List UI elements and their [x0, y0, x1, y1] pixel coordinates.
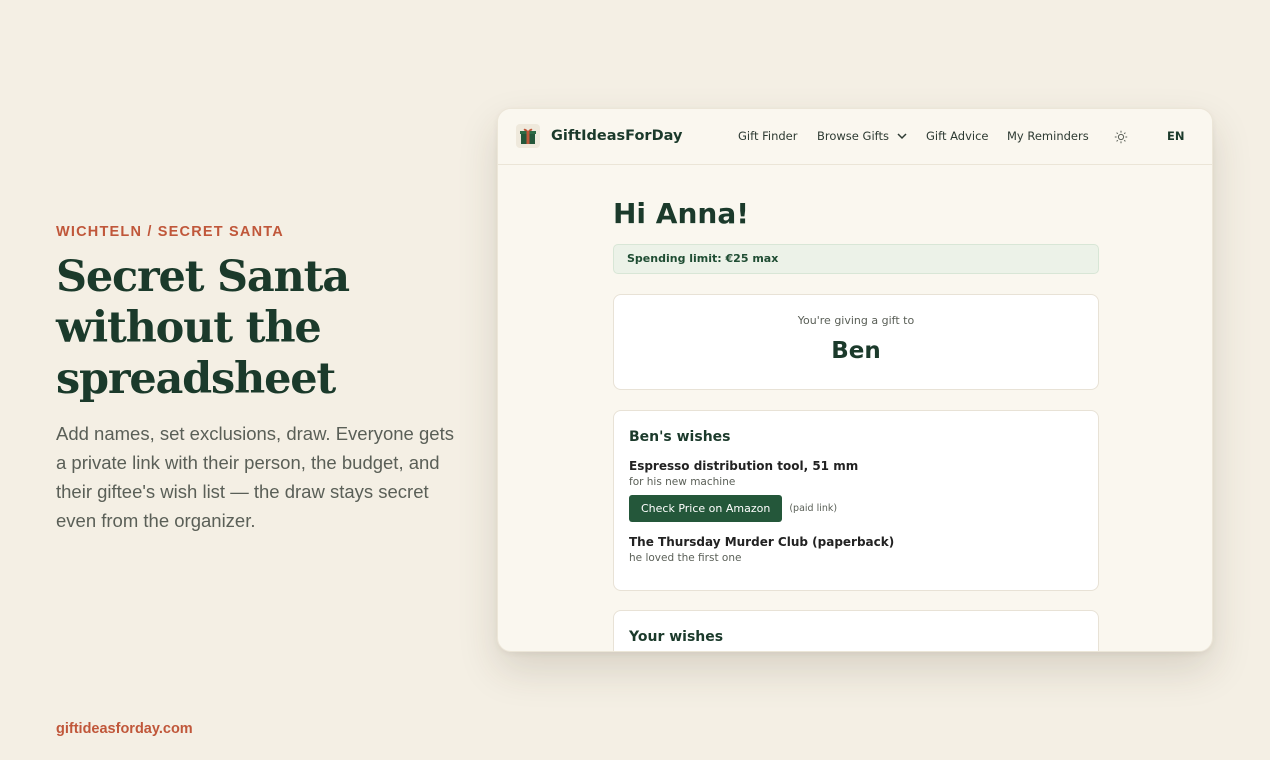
spending-limit-banner: Spending limit: €25 max: [613, 244, 1099, 274]
gift-logo-icon[interactable]: [516, 124, 540, 148]
buy-row: Check Price on Amazon (paid link): [629, 495, 1083, 522]
hero-description: Add names, set exclusions, draw. Everyon…: [56, 423, 454, 531]
your-wishes-card: Your wishes: [613, 610, 1099, 651]
nav-browse-gifts-label: Browse Gifts: [817, 129, 889, 143]
giftee-label: You're giving a gift to: [797, 314, 915, 327]
theme-toggle-sun-icon[interactable]: [1114, 130, 1128, 144]
check-price-amazon-button[interactable]: Check Price on Amazon: [629, 495, 783, 522]
nav-gift-finder[interactable]: Gift Finder: [738, 129, 797, 143]
giftee-card: You're giving a gift to Ben: [613, 294, 1099, 390]
paid-link-note: (paid link): [789, 503, 838, 514]
nav-browse-gifts[interactable]: Browse Gifts: [817, 129, 907, 143]
wish-item: Espresso distribution tool, 51 mm for hi…: [629, 459, 1083, 522]
hero-section: WICHTELN / SECRET SANTA Secret Santa wit…: [56, 224, 466, 535]
wishes-title: Ben's wishes: [629, 429, 731, 445]
site-url-link[interactable]: giftideasforday.com: [56, 721, 193, 737]
main-content: Hi Anna! Spending limit: €25 max You're …: [613, 165, 1099, 651]
wish-title: Espresso distribution tool, 51 mm: [629, 459, 859, 473]
greeting-heading: Hi Anna!: [613, 197, 749, 230]
hero-eyebrow: WICHTELN / SECRET SANTA: [56, 224, 284, 240]
nav-gift-advice[interactable]: Gift Advice: [926, 129, 988, 143]
app-window: GiftIdeasForDay Gift Finder Browse Gifts…: [497, 108, 1213, 652]
hero-headline: Secret Santa without the spreadsheet: [56, 252, 350, 404]
language-switcher[interactable]: EN: [1167, 129, 1184, 143]
chevron-down-icon: [897, 133, 907, 140]
your-wishes-title: Your wishes: [629, 629, 724, 645]
brand-name[interactable]: GiftIdeasForDay: [551, 128, 682, 144]
giftee-name: Ben: [831, 338, 881, 364]
wish-title: The Thursday Murder Club (paperback): [629, 535, 895, 549]
nav-my-reminders[interactable]: My Reminders: [1007, 129, 1089, 143]
wish-note: for his new machine: [629, 476, 736, 488]
top-nav: GiftIdeasForDay Gift Finder Browse Gifts…: [498, 109, 1212, 165]
giftee-wishes-card: Ben's wishes Espresso distribution tool,…: [613, 410, 1099, 591]
wish-item: The Thursday Murder Club (paperback) he …: [629, 535, 1083, 564]
wish-note: he loved the first one: [629, 552, 742, 564]
